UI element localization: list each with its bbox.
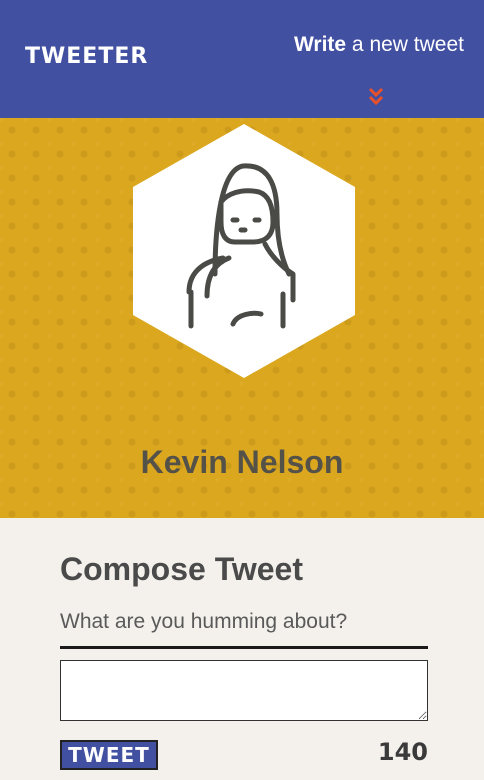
double-chevron-down-icon[interactable]	[367, 86, 385, 108]
write-tweet-strong: Write	[293, 33, 347, 56]
write-tweet-link[interactable]: Write a new tweet	[294, 33, 464, 57]
character-counter: 140	[377, 738, 428, 766]
brand-logo[interactable]: TWEETER	[25, 44, 148, 69]
person-avatar-icon	[133, 124, 355, 378]
write-tweet-rest: a new tweet	[346, 33, 464, 56]
tweet-input[interactable]	[60, 660, 428, 721]
compose-footer: TWEET 140	[60, 738, 428, 780]
profile-header: Kevin Nelson	[0, 118, 484, 518]
profile-name: Kevin Nelson	[140, 444, 344, 480]
compose-section: Compose Tweet What are you humming about…	[0, 518, 484, 780]
compose-title: Compose Tweet	[60, 551, 303, 587]
compose-label: What are you humming about?	[60, 610, 428, 649]
top-nav: TWEETER Write a new tweet	[0, 0, 484, 118]
